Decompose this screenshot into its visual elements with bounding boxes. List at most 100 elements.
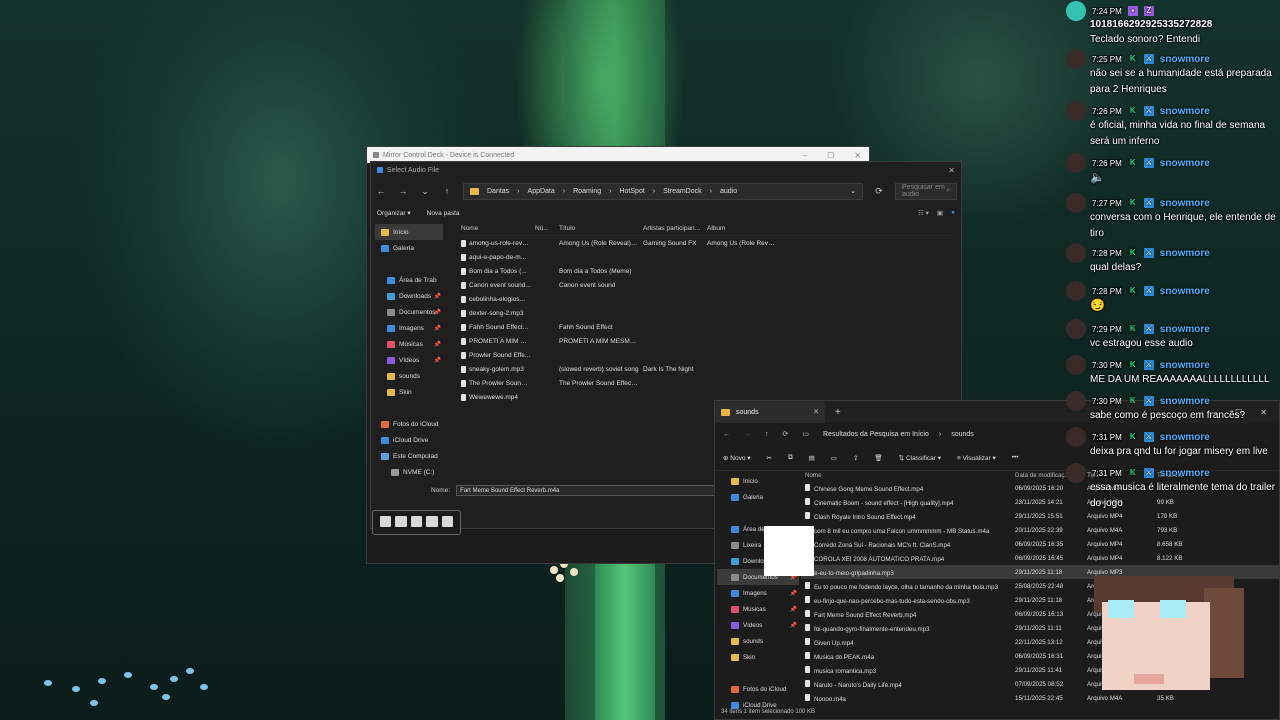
file-row[interactable]: Fahh Sound Effect... Fahh Sound Effect [461,320,953,334]
nav-item[interactable]: sounds [375,368,443,384]
maximize-button[interactable]: ☐ [827,151,834,160]
nav-item[interactable]: Imagens 📌 [375,320,443,336]
view-options-icon[interactable]: ☷ ▾ [918,209,929,217]
close-tab-icon[interactable]: ✕ [813,408,819,416]
deck-key[interactable] [441,516,454,527]
nav-item[interactable]: Início [717,473,799,489]
breadcrumb-item[interactable]: HotSpot [619,188,644,195]
deck-keys-preview[interactable] [372,510,461,535]
nav-item[interactable]: Galeria [375,240,443,256]
close-icon[interactable]: ✕ [948,166,961,175]
sort-button[interactable]: ⇅ Classificar ▾ [899,454,941,462]
chat-username[interactable]: snowmore [1160,198,1210,209]
dropdown-icon[interactable]: ⌄ [850,187,856,195]
preview-pane-icon[interactable]: ▣ [937,209,943,217]
rename-icon[interactable]: ▭ [831,454,837,462]
nav-item[interactable]: Vídeos 📌 [375,352,443,368]
column-header[interactable]: Artistas participan... [643,225,703,232]
file-row[interactable]: Canon event sound... Canon event sound [461,278,953,292]
chat-username[interactable]: snowmore [1160,158,1210,169]
new-folder-button[interactable]: Nova pasta [427,210,460,217]
tab-sounds[interactable]: sounds ✕ [715,401,825,423]
breadcrumb-item[interactable]: Resultados da Pesquisa em Início [823,431,929,438]
deck-key[interactable] [410,516,423,527]
nav-item[interactable]: Vídeos 📌 [717,617,799,633]
file-row[interactable]: The Prowler Sound ... The Prowler Sound E… [461,376,953,390]
nav-item[interactable]: Área de Trab [375,272,443,288]
file-row[interactable]: sneaky-golem.mp3 (slowed reverb) soviet s… [461,362,953,376]
deck-key[interactable] [395,516,407,527]
chat-username[interactable]: snowmore [1160,106,1210,117]
file-row[interactable]: PROMETI A MIM M... PROMETI A MIM MESMO... [461,334,953,348]
breadcrumb-item[interactable]: StreamDock [663,188,702,195]
close-button[interactable]: ✕ [854,151,861,160]
file-row[interactable]: among-us-role-reve... Among Us (Role Reve… [461,236,953,250]
nav-item[interactable]: Downloads📌 [375,288,443,304]
column-header[interactable]: Álbum [707,225,777,232]
refresh-icon[interactable]: ⟳ [873,186,885,197]
nav-item[interactable]: Este Computad [375,448,443,464]
organize-button[interactable]: Organizar ▾ [377,209,411,217]
column-header[interactable]: Nome [461,225,531,232]
new-tab-icon[interactable]: + [835,407,841,418]
breadcrumb-item[interactable]: Roaming [573,188,601,195]
paste-icon[interactable]: ▤ [809,454,815,462]
column-header[interactable]: Nome [805,472,1015,479]
cut-icon[interactable]: ✂ [767,454,772,462]
breadcrumb-item[interactable]: sounds [951,431,974,438]
file-row[interactable]: cebolinha-elogios... [461,292,953,306]
breadcrumb-item[interactable]: AppData [528,188,555,195]
file-row[interactable]: com 8 mil eu compro uma Falcon ummmmmm -… [801,523,1279,537]
file-row[interactable]: Corredo Zona Sul - Racionais MC's ft. Cl… [801,537,1279,551]
filename-input[interactable]: Fart Meme Sound Effect Reverb.m4a [456,485,717,496]
breadcrumb-item[interactable]: Dantas [487,188,509,195]
chevron-down-icon[interactable]: ⌄ [419,186,431,197]
nav-item[interactable]: Galeria [717,489,799,505]
nav-item[interactable]: Documentos 📌 [375,304,443,320]
delete-icon[interactable]: 🗑 [874,454,882,462]
chat-username[interactable]: snowmore [1160,248,1210,259]
chat-username[interactable]: snowmore [1160,468,1210,479]
chat-username[interactable]: snowmore [1160,324,1210,335]
breadcrumb-item[interactable]: audio [720,188,737,195]
chat-username[interactable]: snowmore [1160,54,1210,65]
breadcrumb[interactable]: Dantas › AppData › Roaming › HotSpot › Strea… [463,182,863,200]
up-icon[interactable]: ↑ [441,186,453,196]
nav-item[interactable]: Fotos do iCloud [375,416,443,432]
deck-key[interactable] [426,516,438,527]
nav-item[interactable]: Músicas 📌 [375,336,443,352]
new-button[interactable]: ⊕ Novo ▾ [723,454,751,462]
chat-username[interactable]: 1018166292925335272828 [1058,18,1280,32]
chat-username[interactable]: snowmore [1160,360,1210,371]
more-button[interactable]: ••• [1012,454,1019,461]
copy-icon[interactable]: ⧉ [788,454,793,462]
share-icon[interactable]: ⇪ [853,454,858,462]
nav-item[interactable]: Início [375,224,443,240]
chat-username[interactable]: snowmore [1160,286,1210,297]
file-row[interactable]: Prowler Sound Effe... [461,348,953,362]
nav-item[interactable]: Skin [375,384,443,400]
forward-icon[interactable]: → [744,431,751,438]
file-row[interactable]: Bom dia a Todos (... Bom dia a Todos (Mem… [461,264,953,278]
chat-username[interactable]: snowmore [1160,396,1210,407]
nav-item[interactable]: Músicas 📌 [717,601,799,617]
nav-item[interactable]: NVME (C:) [375,464,443,480]
minimize-button[interactable]: – [803,151,807,160]
deck-key[interactable] [380,516,392,527]
help-icon[interactable]: ● [951,209,955,217]
forward-icon[interactable]: → [397,186,409,196]
file-row[interactable]: dexter-song-2.mp3 [461,306,953,320]
nav-item[interactable]: Skin [717,649,799,665]
nav-item[interactable]: sounds [717,633,799,649]
chat-username[interactable]: snowmore [1160,432,1210,443]
column-header[interactable]: Título [559,225,639,232]
nav-item[interactable]: Fotos do iCloud [717,681,799,697]
nav-item[interactable]: Imagens 📌 [717,585,799,601]
file-row[interactable]: aqui-e-papo-de-m... [461,250,953,264]
search-input[interactable]: Pesquisar em audio ⌕ [895,182,957,200]
back-icon[interactable]: ← [723,431,730,438]
refresh-icon[interactable]: ⟳ [783,430,789,438]
view-button[interactable]: ≡ Visualizar ▾ [957,454,996,462]
nav-item[interactable]: iCloud Drive [375,432,443,448]
breadcrumb[interactable]: Resultados da Pesquisa em Início › sounds [823,431,974,438]
